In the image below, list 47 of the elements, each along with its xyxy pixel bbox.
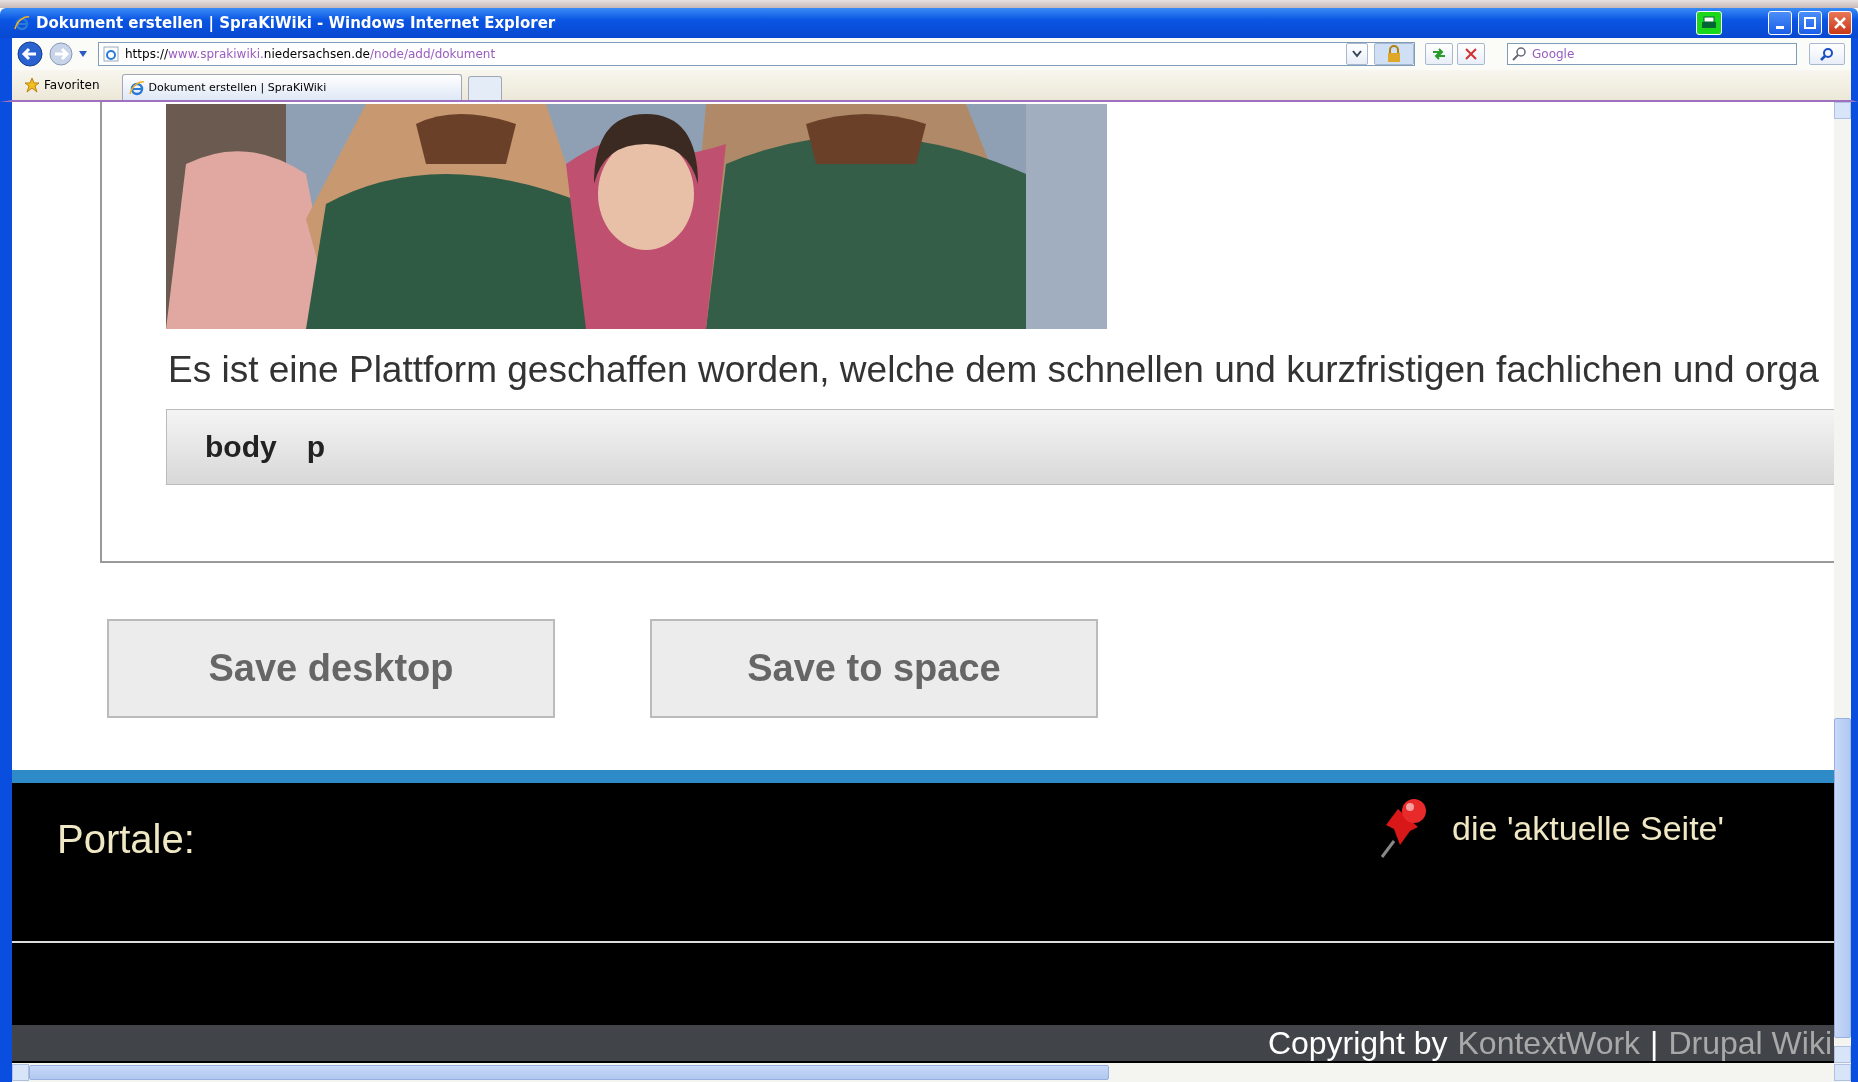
footer-heading: Portale: (57, 817, 195, 862)
new-tab-button[interactable] (467, 76, 502, 100)
refresh-icon (1431, 47, 1447, 61)
url-text: https:// (125, 47, 168, 61)
maximize-button[interactable] (1798, 11, 1822, 35)
browser-logo-icon (128, 79, 145, 96)
path-element[interactable]: p (306, 430, 325, 464)
paragraph: Es ist eine Plattform geschaffen worden, welche dem schnellen und kurzfristigen fachlichen und orga (168, 349, 1820, 391)
url-text: www.sprakiwiki. (168, 47, 264, 61)
address-field[interactable]: https://www.sprakiwiki.niedersachsen.de/node/add/dokument (98, 42, 1415, 66)
search-icon (1820, 47, 1834, 61)
browser-logo-icon (14, 15, 30, 31)
back-button[interactable] (16, 40, 44, 68)
printer-icon[interactable] (1696, 11, 1722, 35)
maximize-icon (1804, 17, 1816, 29)
window-title: Dokument erstellen | SpraKiWiki - Windows Internet Explorer (36, 14, 557, 32)
save-button[interactable]: Save desktop (107, 619, 555, 718)
favorites-button[interactable]: Favoriten (18, 72, 106, 98)
url-text: /node/add/dokument (370, 47, 496, 61)
search-icon (1512, 47, 1526, 61)
pinned-link[interactable]: die 'aktuelle Seite' (1452, 808, 1724, 848)
search-button[interactable] (1809, 43, 1845, 65)
scrollbar-thumb[interactable] (1834, 718, 1851, 1038)
browser-tab[interactable]: Dokument erstellen | SpraKiWiki (121, 74, 462, 100)
close-button[interactable] (1828, 11, 1852, 35)
scrollbar-thumb[interactable] (29, 1065, 1109, 1080)
minimize-button[interactable] (1768, 11, 1792, 35)
refresh-button[interactable] (1425, 43, 1453, 65)
page-icon (103, 46, 119, 62)
minimize-icon (1776, 25, 1784, 29)
lock-icon[interactable] (1374, 43, 1414, 65)
save-button[interactable]: Save to space (650, 619, 1098, 718)
path-element[interactable]: body (205, 430, 277, 464)
footer-link[interactable]: KontextWork (1457, 1024, 1641, 1062)
vertical-scrollbar[interactable] (1834, 102, 1851, 1063)
separator-text: | (1650, 1024, 1659, 1062)
copyright-text: Copyright by (1267, 1024, 1448, 1062)
footer-link[interactable]: Drupal Wiki (1668, 1024, 1832, 1062)
url-text: niedersachsen.de (263, 47, 370, 61)
horizontal-scrollbar[interactable] (0, 1063, 1858, 1082)
close-icon (1834, 17, 1846, 29)
stop-icon (1465, 48, 1477, 60)
dropdown-icon[interactable] (1346, 43, 1368, 65)
stop-button[interactable] (1457, 43, 1485, 65)
search-field[interactable]: Google (1507, 43, 1797, 65)
star-icon (24, 77, 40, 93)
history-dropdown-icon[interactable] (78, 50, 88, 58)
